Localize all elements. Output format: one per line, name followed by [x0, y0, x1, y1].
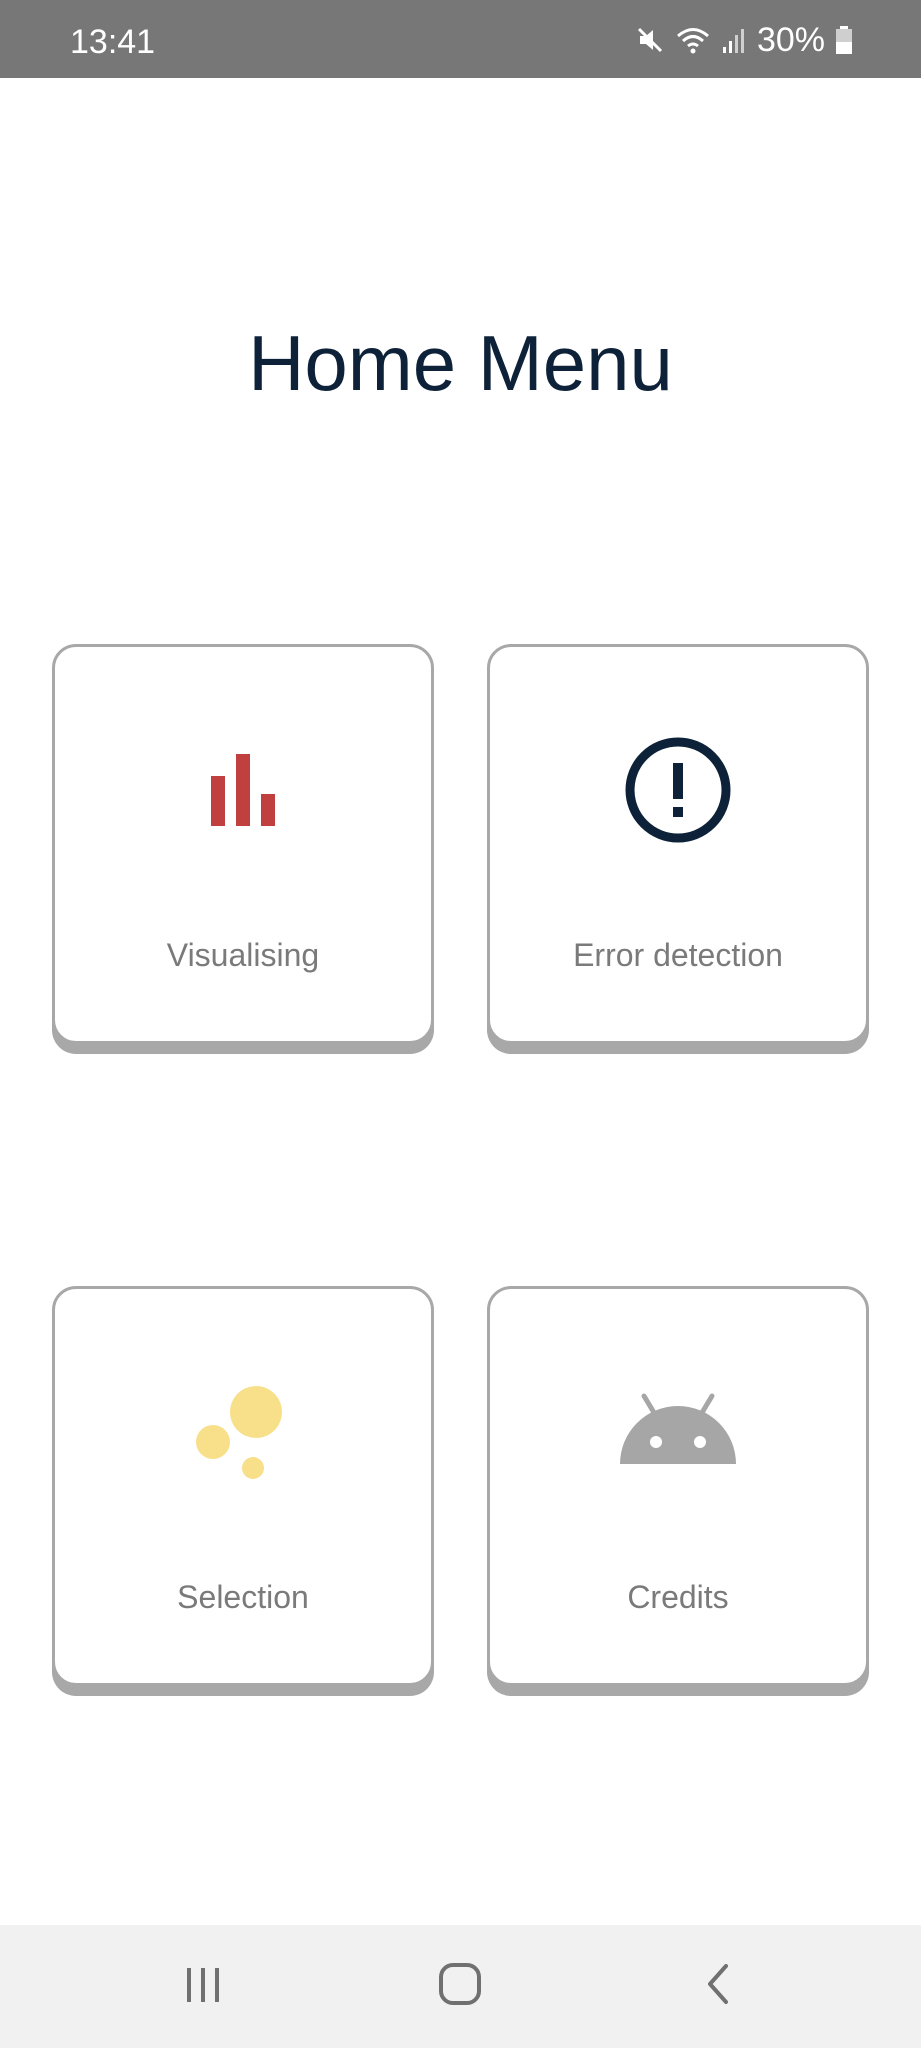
- page-title: Home Menu: [248, 319, 673, 407]
- mute-icon: [635, 25, 665, 55]
- credits-label: Credits: [627, 1579, 729, 1615]
- status-time: 13:41: [70, 23, 156, 61]
- selection-card[interactable]: Selection: [52, 1286, 434, 1686]
- android-icon: [616, 1392, 740, 1477]
- error-detection-label: Error detection: [573, 937, 783, 973]
- back-icon: [698, 1960, 738, 2013]
- home-icon: [436, 1960, 484, 2013]
- battery-percentage: 30%: [756, 21, 825, 59]
- recents-icon: [181, 1962, 225, 2011]
- error-detection-card[interactable]: Error detection: [487, 644, 869, 1044]
- visualising-card[interactable]: Visualising: [52, 644, 434, 1044]
- credits-card[interactable]: Credits: [487, 1286, 869, 1686]
- home-button[interactable]: [400, 1925, 520, 2048]
- bubbles-icon: [193, 1382, 293, 1487]
- selection-label: Selection: [177, 1579, 309, 1615]
- signal-icon: [721, 25, 747, 55]
- recents-button[interactable]: [143, 1925, 263, 2048]
- battery-icon: [835, 25, 853, 55]
- navigation-bar: [0, 1925, 921, 2048]
- wifi-icon: [675, 25, 711, 55]
- bar-chart-icon: [203, 750, 283, 835]
- back-button[interactable]: [658, 1925, 778, 2048]
- status-bar: 13:41 30%: [0, 0, 921, 78]
- exclamation-circle-icon: [623, 735, 733, 850]
- visualising-label: Visualising: [166, 937, 320, 973]
- status-icons: 30%: [635, 20, 853, 60]
